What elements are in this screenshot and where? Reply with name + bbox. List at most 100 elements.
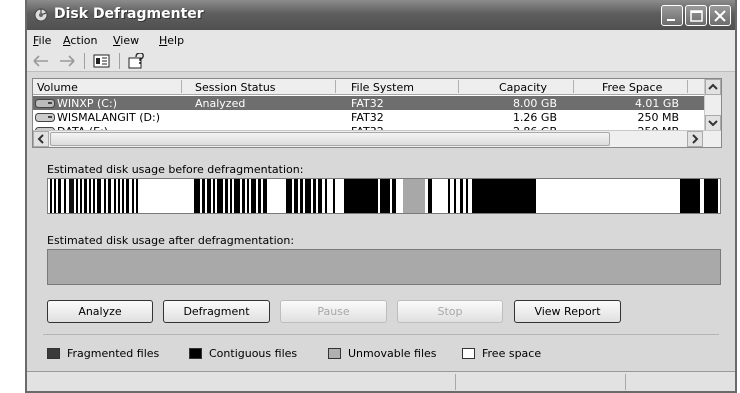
after-defrag-label: Estimated disk usage after defragmentati… — [47, 234, 295, 247]
vertical-scrollbar[interactable] — [704, 79, 721, 131]
usage-segment — [300, 179, 303, 213]
usage-segment — [454, 179, 456, 213]
usage-segment — [118, 179, 120, 213]
usage-segment — [207, 179, 211, 213]
column-header-volume[interactable]: Volume — [37, 81, 78, 94]
usage-segment — [104, 179, 106, 213]
column-separator[interactable] — [573, 80, 574, 93]
defragment-button[interactable]: Defragment — [163, 300, 270, 323]
usage-segment — [286, 179, 292, 213]
usage-segment — [50, 179, 52, 213]
usage-segment — [225, 179, 228, 213]
usage-segment — [472, 179, 536, 213]
usage-segment — [54, 179, 56, 213]
usage-segment — [294, 179, 298, 213]
volume-name: WINXP (C:) — [57, 97, 117, 110]
usage-segment — [313, 179, 316, 213]
divider — [43, 334, 719, 335]
minimize-icon — [667, 19, 675, 21]
hard-drive-icon — [35, 99, 55, 108]
usage-segment — [126, 179, 129, 213]
legend-swatch-fragmented — [47, 348, 60, 359]
usage-segment — [242, 179, 245, 213]
legend-label-fragmented: Fragmented files — [67, 347, 160, 360]
usage-segment — [89, 179, 91, 213]
title-bar[interactable]: Disk Defragmenter — [27, 0, 735, 30]
usage-segment — [80, 179, 82, 213]
view-report-button[interactable]: View Report — [514, 300, 621, 323]
menu-view[interactable]: View — [113, 34, 139, 47]
stop-button[interactable]: Stop — [397, 300, 503, 323]
usage-segment — [448, 179, 450, 213]
defragmenter-app-icon — [34, 8, 48, 22]
minimize-button[interactable] — [661, 5, 683, 26]
maximize-button[interactable] — [685, 5, 707, 26]
console-tree-icon[interactable] — [93, 53, 111, 69]
usage-segment — [263, 179, 267, 213]
column-separator[interactable] — [335, 80, 336, 93]
status-pane — [625, 374, 626, 390]
usage-segment — [108, 179, 111, 213]
capacity: 1.26 GB — [512, 111, 557, 124]
toolbar-separator — [84, 53, 85, 69]
legend-swatch-contiguous — [189, 348, 202, 359]
pause-button[interactable]: Pause — [280, 300, 387, 323]
disk-defragmenter-window: Disk Defragmenter File Action View Help — [25, 0, 737, 393]
table-row[interactable]: WINXP (C:) Analyzed FAT32 8.00 GB 4.01 G… — [33, 96, 705, 110]
usage-segment — [305, 179, 311, 213]
column-header-capacity[interactable]: Capacity — [499, 81, 547, 94]
horizontal-scroll-thumb[interactable] — [50, 132, 610, 146]
menu-help[interactable]: Help — [159, 34, 184, 47]
menu-bar: File Action View Help — [27, 30, 735, 50]
session-status: Analyzed — [195, 97, 246, 110]
scroll-up-button[interactable] — [705, 79, 721, 95]
horizontal-scrollbar[interactable] — [33, 130, 721, 147]
close-icon — [714, 10, 726, 22]
volume-name: WISMALANGIT (D:) — [57, 111, 160, 124]
usage-segment — [466, 179, 468, 213]
usage-segment — [217, 179, 223, 213]
before-defrag-usage-bar — [47, 178, 721, 214]
status-bar — [27, 371, 735, 391]
help-icon[interactable] — [127, 53, 147, 69]
legend-swatch-free-space — [462, 348, 475, 359]
forward-arrow-icon[interactable] — [58, 53, 76, 69]
maximize-icon — [690, 10, 703, 22]
scroll-right-button[interactable] — [687, 131, 703, 147]
volume-list[interactable]: Volume Session Status File System Capaci… — [32, 78, 722, 148]
usage-segment — [213, 179, 215, 213]
usage-segment — [84, 179, 87, 213]
scroll-down-button[interactable] — [705, 115, 721, 131]
menu-action[interactable]: Action — [63, 34, 97, 47]
usage-segment — [344, 179, 378, 213]
column-header-session-status[interactable]: Session Status — [195, 81, 276, 94]
table-row[interactable]: WISMALANGIT (D:) FAT32 1.26 GB 250 MB — [33, 110, 705, 124]
usage-segment — [230, 179, 232, 213]
menu-file[interactable]: File — [33, 34, 51, 47]
usage-segment — [122, 179, 124, 213]
usage-segment — [93, 179, 95, 213]
free-space: 4.01 GB — [634, 97, 679, 110]
column-header-file-system[interactable]: File System — [351, 81, 414, 94]
usage-segment — [704, 179, 718, 213]
usage-segment — [234, 179, 240, 213]
usage-segment — [325, 179, 327, 213]
column-separator[interactable] — [687, 80, 688, 93]
usage-segment — [136, 179, 138, 213]
usage-segment — [69, 179, 74, 213]
column-separator[interactable] — [181, 80, 182, 93]
analyze-button[interactable]: Analyze — [47, 300, 153, 323]
column-separator[interactable] — [458, 80, 459, 93]
back-arrow-icon[interactable] — [32, 53, 50, 69]
usage-segment — [258, 179, 261, 213]
close-button[interactable] — [709, 5, 731, 26]
usage-segment — [318, 179, 322, 213]
legend-label-unmovable: Unmovable files — [348, 347, 437, 360]
status-pane — [455, 374, 456, 390]
column-header-free-space[interactable]: Free Space — [602, 81, 662, 94]
usage-segment — [251, 179, 256, 213]
scroll-left-button[interactable] — [33, 131, 49, 147]
usage-segment — [428, 179, 432, 213]
usage-segment — [380, 179, 390, 213]
unmovable-segment — [403, 179, 425, 213]
